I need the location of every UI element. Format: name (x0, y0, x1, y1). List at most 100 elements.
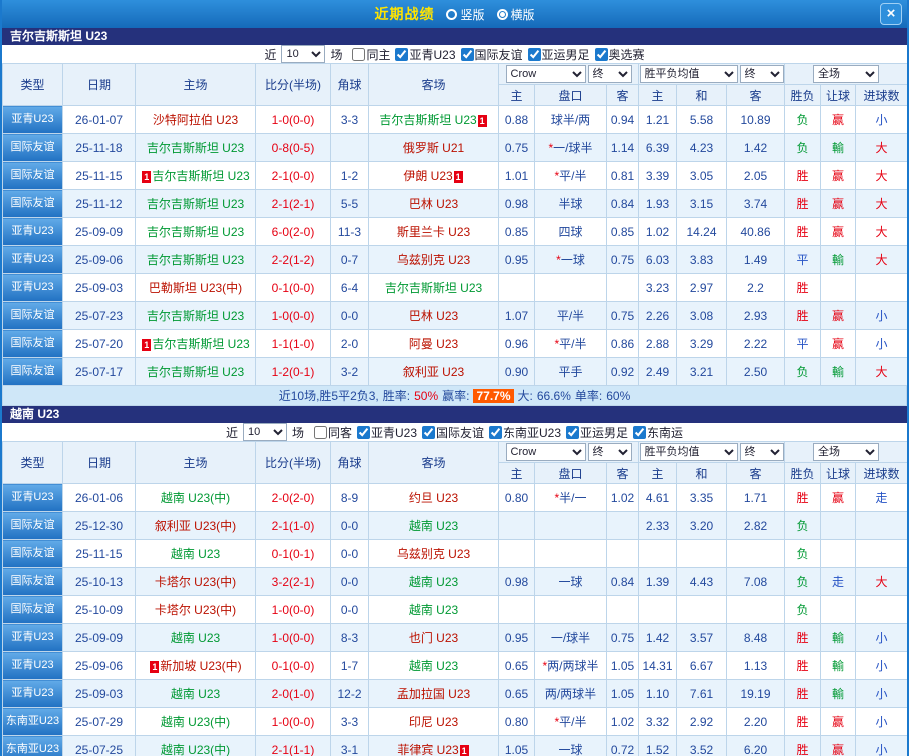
avg-final-select[interactable]: 终 (740, 443, 784, 461)
filter-checkbox[interactable] (595, 48, 608, 61)
result-cell: 胜 (785, 302, 821, 330)
match-type-cell: 国际友谊 (3, 330, 63, 358)
odds-home-cell: 0.65 (499, 652, 535, 680)
result-cell: 胜 (785, 218, 821, 246)
handicap-star: * (542, 659, 547, 673)
match-team-cell: 孟加拉国 U23 (369, 680, 499, 708)
handicap-result-cell: 走 (821, 568, 856, 596)
handicap-cell: *平/半 (535, 330, 607, 358)
filter-checkbox-label: 同主 (366, 46, 390, 63)
odds-source-select[interactable]: Crow (506, 443, 586, 461)
match-team-cell: 叙利亚 U23 (369, 358, 499, 386)
match-team-cell: 越南 U23 (136, 680, 256, 708)
avg-home-cell: 1.52 (639, 736, 677, 756)
match-type-cell: 东南亚U23 (3, 736, 63, 756)
handicap-cell: 平手 (535, 358, 607, 386)
match-corner-cell: 12-2 (331, 680, 369, 708)
filter-checkbox[interactable] (357, 426, 370, 439)
match-score-cell: 2-1(0-0) (256, 162, 331, 190)
match-team-cell: 乌兹别克 U23 (369, 246, 499, 274)
odds-final-select[interactable]: 终 (588, 443, 632, 461)
avg-away-cell (727, 596, 785, 624)
match-type-label: 国际友谊 (3, 512, 62, 539)
win-rate-value: 50% (414, 389, 438, 403)
match-count-select[interactable]: 10 (243, 423, 287, 441)
col-handicap-result: 让球 (821, 463, 856, 484)
close-icon[interactable]: × (880, 3, 902, 25)
handicap-cell: 半球 (535, 190, 607, 218)
avg-final-select[interactable]: 终 (740, 65, 784, 83)
filter-checkbox[interactable] (489, 426, 502, 439)
filter-checkbox[interactable] (528, 48, 541, 61)
full-select[interactable]: 全场 (813, 443, 879, 461)
filter-checkbox[interactable] (395, 48, 408, 61)
odds-group-header: Crow 终 (499, 64, 639, 85)
goals-result-cell: 小 (856, 736, 908, 756)
avg-draw-cell: 3.52 (677, 736, 727, 756)
avg-select[interactable]: 胜平负均值 (640, 65, 738, 83)
avg-draw-cell: 3.83 (677, 246, 727, 274)
odds-home-cell: 0.80 (499, 484, 535, 512)
match-score-cell: 2-0(1-0) (256, 680, 331, 708)
layout-option-vertical[interactable]: 竖版 (446, 6, 484, 23)
odds-away-cell: 1.14 (607, 134, 639, 162)
filter-checkbox-item: 同客 (314, 424, 352, 441)
handicap-result-cell: 赢 (821, 218, 856, 246)
filter-checkbox-label: 同客 (328, 424, 352, 441)
result-cell: 负 (785, 512, 821, 540)
big-rate-value: 66.6% (537, 389, 571, 403)
goals-result-cell: 小 (856, 302, 908, 330)
odds-final-select[interactable]: 终 (588, 65, 632, 83)
match-date-cell: 25-09-03 (63, 680, 136, 708)
avg-home-cell: 1.02 (639, 218, 677, 246)
odds-home-cell: 0.85 (499, 218, 535, 246)
match-type-label: 国际友谊 (3, 134, 62, 161)
avg-away-cell: 1.42 (727, 134, 785, 162)
handicap-result-cell: 輸 (821, 652, 856, 680)
avg-draw-cell: 3.20 (677, 512, 727, 540)
handicap-cell (535, 512, 607, 540)
team-name: 越南 U23 (409, 519, 458, 533)
handicap-result-cell: 輸 (821, 624, 856, 652)
goals-result-cell: 大 (856, 134, 908, 162)
match-type-cell: 亚青U23 (3, 106, 63, 134)
match-type-cell: 亚青U23 (3, 218, 63, 246)
odds-source-select[interactable]: Crow (506, 65, 586, 83)
match-team-cell: 斯里兰卡 U23 (369, 218, 499, 246)
odds-away-cell: 1.02 (607, 484, 639, 512)
filter-checkbox[interactable] (461, 48, 474, 61)
match-score-cell: 1-0(0-0) (256, 708, 331, 736)
avg-away-cell: 10.89 (727, 106, 785, 134)
filter-checkbox[interactable] (566, 426, 579, 439)
match-corner-cell: 8-3 (331, 624, 369, 652)
avg-select[interactable]: 胜平负均值 (640, 443, 738, 461)
filter-checkbox[interactable] (633, 426, 646, 439)
match-team-cell: 巴勒斯坦 U23(中) (136, 274, 256, 302)
filter-checkbox[interactable] (352, 48, 365, 61)
avg-draw-cell: 4.23 (677, 134, 727, 162)
match-type-label: 国际友谊 (3, 302, 62, 329)
filter-checkbox[interactable] (314, 426, 327, 439)
filter-checkbox-item: 东南亚U23 (489, 424, 561, 441)
odds-home-cell: 0.95 (499, 246, 535, 274)
near-label: 近 (226, 424, 238, 441)
odds-away-cell (607, 596, 639, 624)
odds-home-cell (499, 540, 535, 568)
filter-checkbox[interactable] (422, 426, 435, 439)
match-team-cell: 越南 U23 (369, 568, 499, 596)
handicap-result-cell (821, 596, 856, 624)
handicap-result-cell: 輸 (821, 246, 856, 274)
match-row: 国际友谊25-11-15越南 U230-1(0-1)0-0乌兹别克 U23负 (3, 540, 908, 568)
odds-away-cell: 0.84 (607, 190, 639, 218)
filter-checkbox-label: 东南亚U23 (503, 424, 561, 441)
match-type-cell: 亚青U23 (3, 652, 63, 680)
matches-body: 亚青U2326-01-07沙特阿拉伯 U231-0(0-0)3-3吉尔吉斯斯坦 … (3, 106, 908, 386)
match-count-select[interactable]: 10 (281, 45, 325, 63)
layout-option-horizontal[interactable]: 横版 (497, 6, 535, 23)
match-date-cell: 26-01-07 (63, 106, 136, 134)
match-team-cell: 越南 U23(中) (136, 736, 256, 756)
filter-checkbox-item: 亚青U23 (357, 424, 417, 441)
match-date-cell: 26-01-06 (63, 484, 136, 512)
full-select[interactable]: 全场 (813, 65, 879, 83)
match-date-cell: 25-07-23 (63, 302, 136, 330)
